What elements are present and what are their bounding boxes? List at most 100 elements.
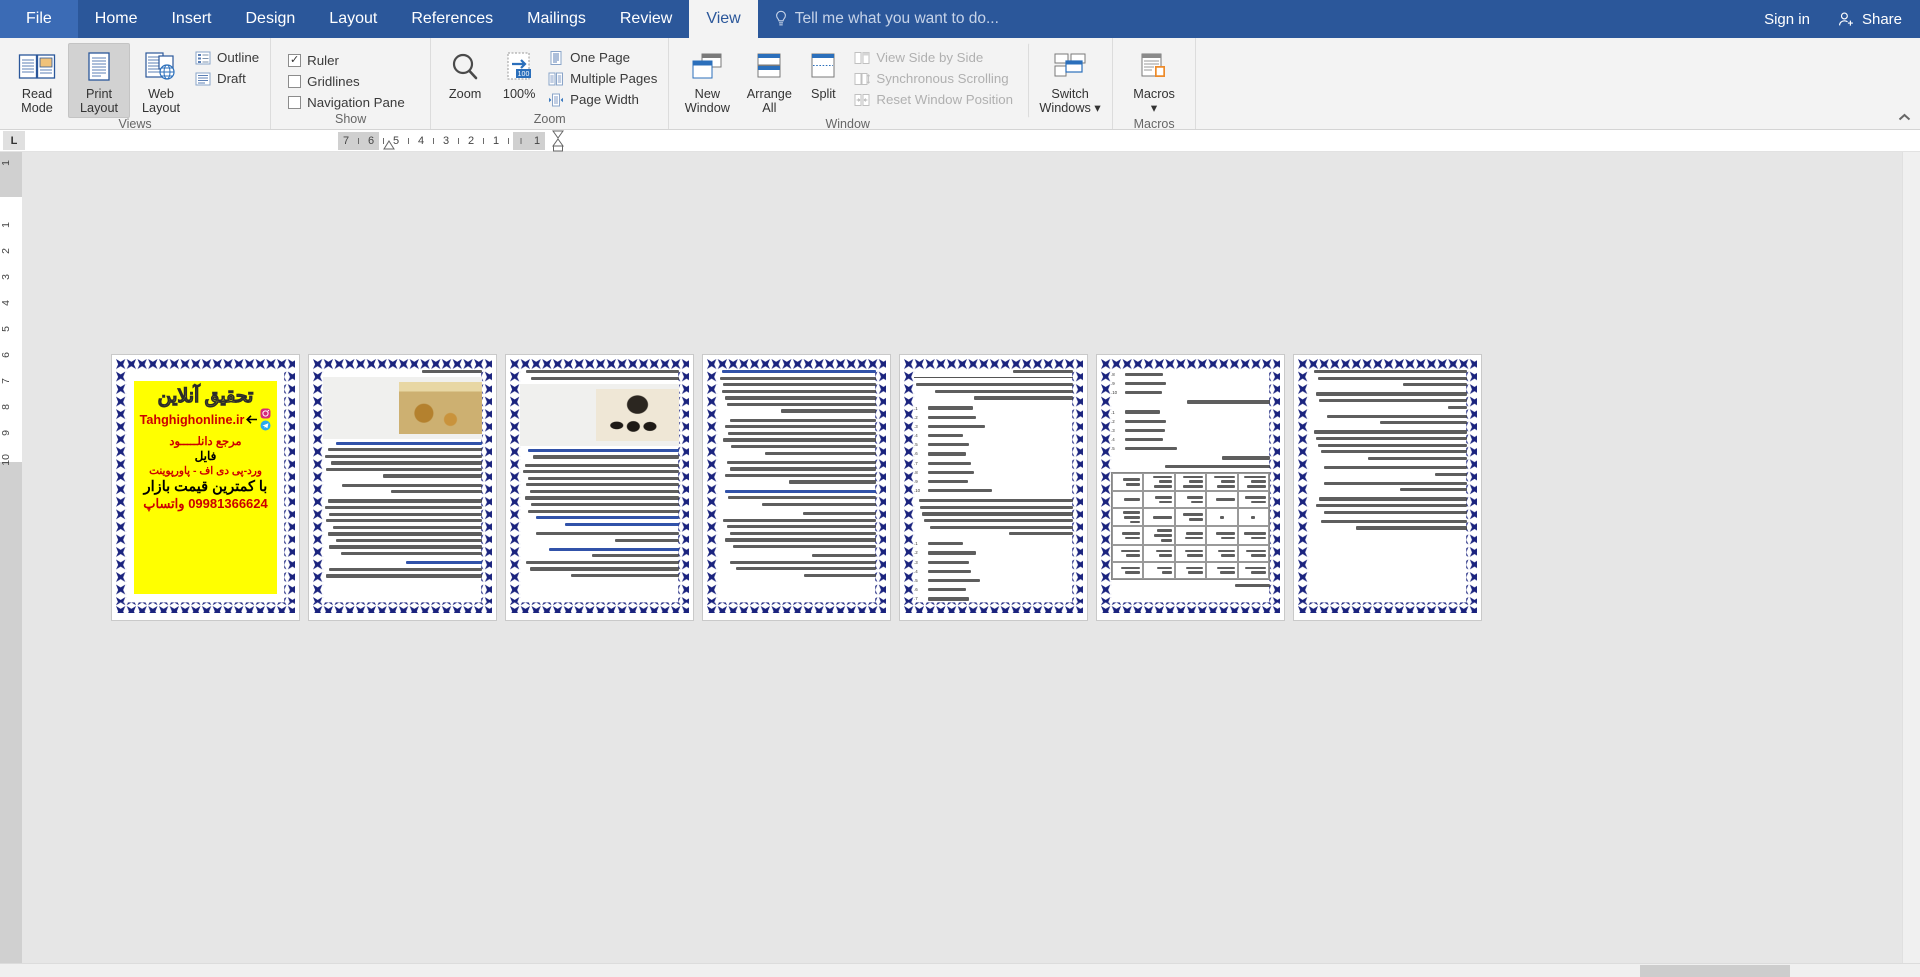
switch-windows-button[interactable]: Switch Windows ▾: [1028, 43, 1106, 118]
table-cell: [1237, 561, 1269, 579]
collapse-ribbon-button[interactable]: [1894, 107, 1914, 127]
table-cell: [1174, 472, 1207, 492]
telegram-icon: [260, 420, 271, 431]
web-layout-label-2: Layout: [141, 101, 181, 115]
page-7-content: [1308, 370, 1467, 606]
list-item: 8.: [1111, 372, 1270, 377]
tab-view[interactable]: View: [689, 0, 758, 38]
tab-mailings[interactable]: Mailings: [510, 0, 603, 38]
share-button[interactable]: Share: [1825, 10, 1920, 28]
comparison-table: [1111, 471, 1270, 580]
paragraph: [717, 418, 876, 455]
zoom-100-button[interactable]: 100 100%: [493, 43, 545, 104]
tell-me-box[interactable]: Tell me what you want to do...: [758, 0, 1011, 38]
instagram-icon: [260, 408, 271, 419]
cover-site-row: Tahghighonline.ir: [140, 408, 272, 431]
web-layout-button[interactable]: Web Layout: [130, 43, 192, 118]
ruler-checkbox[interactable]: ✓: [288, 54, 302, 67]
document-page-4[interactable]: [703, 355, 890, 620]
new-window-button[interactable]: New Window: [675, 43, 739, 118]
list-item: 3.: [914, 560, 1073, 565]
split-button[interactable]: Split: [799, 43, 847, 104]
print-layout-icon: [84, 47, 114, 87]
table-cell: [1143, 561, 1175, 579]
right-indent-marker[interactable]: [551, 130, 565, 152]
list-item: 4.: [914, 569, 1073, 574]
document-page-1[interactable]: تحقیق آنلاین Tahghighonline.ir مرجع دانل…: [112, 355, 299, 620]
one-page-button[interactable]: One Page: [545, 47, 662, 68]
switch-windows-label-2: Windows ▾: [1039, 101, 1101, 115]
split-icon: [809, 47, 837, 87]
paragraph: [1308, 497, 1467, 514]
ribbon-group-show: ✓ Ruler Gridlines Navigation Pane Show: [271, 38, 432, 129]
macros-dropdown-caret[interactable]: ▾: [1151, 101, 1157, 115]
show-group-label: Show: [335, 112, 367, 126]
document-page-2[interactable]: [309, 355, 496, 620]
left-indent-marker[interactable]: [383, 140, 395, 150]
ruler-num-2: 2: [467, 135, 475, 147]
tab-home[interactable]: Home: [78, 0, 155, 38]
zoom-button[interactable]: Zoom: [437, 43, 493, 104]
horizontal-scrollbar-thumb[interactable]: [1640, 965, 1790, 977]
document-page-3[interactable]: [506, 355, 693, 620]
horizontal-scrollbar[interactable]: [0, 963, 1920, 977]
tab-design[interactable]: Design: [228, 0, 312, 38]
navigation-pane-checkbox[interactable]: [288, 96, 302, 109]
new-window-icon: [690, 47, 724, 87]
arrange-all-button[interactable]: Arrange All: [739, 43, 799, 118]
view-side-by-side-label: View Side by Side: [876, 49, 984, 65]
cover-whatsapp: واتساپ: [143, 496, 185, 511]
vruler-num-8: 8: [0, 404, 12, 410]
multiple-pages-button[interactable]: Multiple Pages: [545, 68, 662, 89]
draft-button[interactable]: Draft: [192, 68, 264, 89]
gridlines-checkbox-row[interactable]: Gridlines: [285, 71, 410, 92]
reset-window-position-button[interactable]: Reset Window Position: [851, 89, 1018, 110]
ruler-tick: ı: [406, 135, 411, 147]
document-page-7[interactable]: [1294, 355, 1481, 620]
one-page-icon: [550, 50, 562, 65]
synchronous-scrolling-button[interactable]: Synchronous Scrolling: [851, 68, 1018, 89]
document-page-6[interactable]: 8. 9. 10. 1. 2. 3. 4. 5.: [1097, 355, 1284, 620]
read-mode-button[interactable]: Read Mode: [6, 43, 68, 118]
tab-stop-selector[interactable]: L: [3, 131, 25, 150]
list-item: 1.: [914, 541, 1073, 546]
navigation-pane-checkbox-row[interactable]: Navigation Pane: [285, 92, 410, 113]
outline-button[interactable]: Outline: [192, 47, 264, 68]
table-cell: [1112, 526, 1144, 545]
sign-in-button[interactable]: Sign in: [1748, 11, 1826, 28]
tab-insert[interactable]: Insert: [154, 0, 228, 38]
tab-review[interactable]: Review: [603, 0, 689, 38]
page-canvas[interactable]: تحقیق آنلاین Tahghighonline.ir مرجع دانل…: [22, 152, 1902, 977]
table-cell: [1206, 472, 1238, 492]
table-cell: [1237, 508, 1269, 527]
gridlines-checkbox[interactable]: [288, 75, 302, 88]
paragraph: [914, 499, 1073, 536]
document-page-5[interactable]: 1. 2. 3. 4. 5. 6. 7. 8. 9. 10. 1. 2. 3. …: [900, 355, 1087, 620]
chevron-up-icon: [1898, 113, 1910, 120]
tab-layout[interactable]: Layout: [312, 0, 394, 38]
document-workspace[interactable]: 1 1 2 3 4 5 6 7 8 9 10 تحقیق آنلاین Tahg…: [0, 152, 1920, 977]
page-width-button[interactable]: Page Width: [545, 89, 662, 110]
vruler-num-1: 1: [0, 222, 12, 228]
tab-file[interactable]: File: [0, 0, 78, 38]
vertical-scrollbar[interactable]: [1902, 152, 1920, 977]
table-cell: [1237, 472, 1269, 492]
paragraph: [323, 499, 482, 556]
switch-windows-label-1: Switch: [1051, 87, 1089, 101]
view-side-by-side-button[interactable]: View Side by Side: [851, 47, 1018, 68]
ruler-num-1: 1: [492, 135, 500, 147]
list-item: 4.: [914, 433, 1073, 438]
ruler-checkbox-row[interactable]: ✓ Ruler: [285, 50, 410, 71]
window-small-buttons: View Side by Side Synchronous Scrolling: [847, 43, 1018, 110]
reset-window-position-label: Reset Window Position: [876, 91, 1014, 107]
list-item: 4.: [1111, 437, 1270, 442]
tab-references[interactable]: References: [394, 0, 510, 38]
table-cell: [1206, 544, 1238, 562]
cover-phone: 09981366624: [188, 496, 268, 511]
vertical-ruler[interactable]: 1 1 2 3 4 5 6 7 8 9 10: [0, 152, 22, 977]
horizontal-ruler[interactable]: L 7 ı 6 ı 5 ı 4 ı 3 ı 2 ı 1 ı ı 1: [0, 130, 1920, 152]
zoom-100-icon: 100: [504, 47, 534, 87]
ribbon-group-window: New Window Arrange All Split View Side b…: [669, 38, 1114, 131]
print-layout-button[interactable]: Print Layout: [68, 43, 130, 118]
macros-button[interactable]: Macros ▾: [1119, 43, 1189, 118]
